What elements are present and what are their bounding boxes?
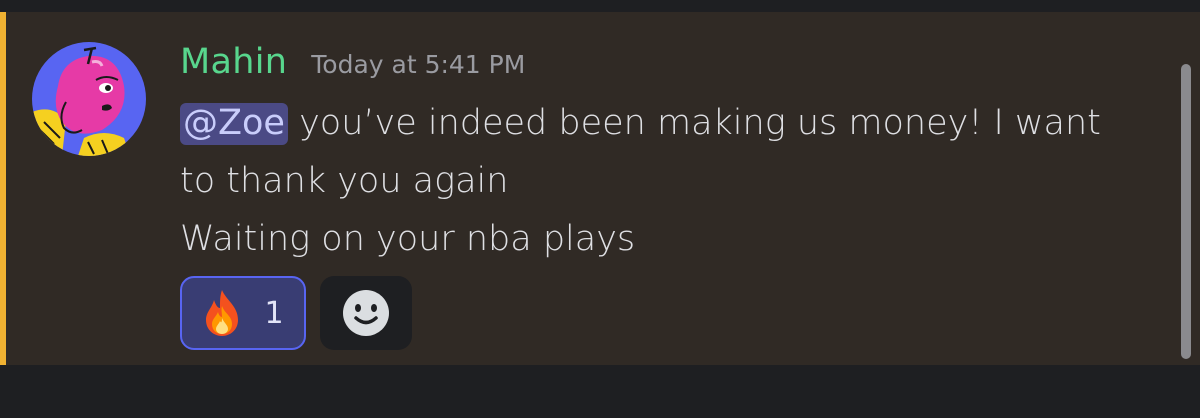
fire-icon xyxy=(206,290,239,336)
reactions-bar: 1 xyxy=(180,276,412,350)
timestamp[interactable]: Today at 5:41 PM xyxy=(311,50,525,79)
message-line: to thank you again xyxy=(180,161,509,201)
message-header: Mahin Today at 5:41 PM xyxy=(180,42,525,82)
message-text: you’ve indeed been making us money! I wa… xyxy=(287,103,1101,143)
user-mention[interactable]: @Zoe xyxy=(180,103,288,145)
smiley-icon xyxy=(343,290,389,336)
add-reaction-button[interactable] xyxy=(320,276,412,350)
avatar[interactable] xyxy=(32,42,146,156)
scrollbar[interactable] xyxy=(1181,64,1191,359)
message-line: Waiting on your nba plays xyxy=(180,219,636,259)
reaction-fire[interactable]: 1 xyxy=(180,276,306,350)
top-divider xyxy=(0,0,1200,12)
bottom-divider xyxy=(0,365,1200,418)
reaction-count: 1 xyxy=(264,295,284,331)
scrollbar-thumb[interactable] xyxy=(1181,64,1191,359)
username[interactable]: Mahin xyxy=(180,42,287,82)
message-content: @Zoe you’ve indeed been making us money!… xyxy=(180,94,1170,268)
message-line: @Zoe you’ve indeed been making us money!… xyxy=(180,94,1170,152)
mention-highlight-bar xyxy=(0,12,6,365)
message[interactable]: Mahin Today at 5:41 PM @Zoe you’ve indee… xyxy=(0,12,1200,365)
